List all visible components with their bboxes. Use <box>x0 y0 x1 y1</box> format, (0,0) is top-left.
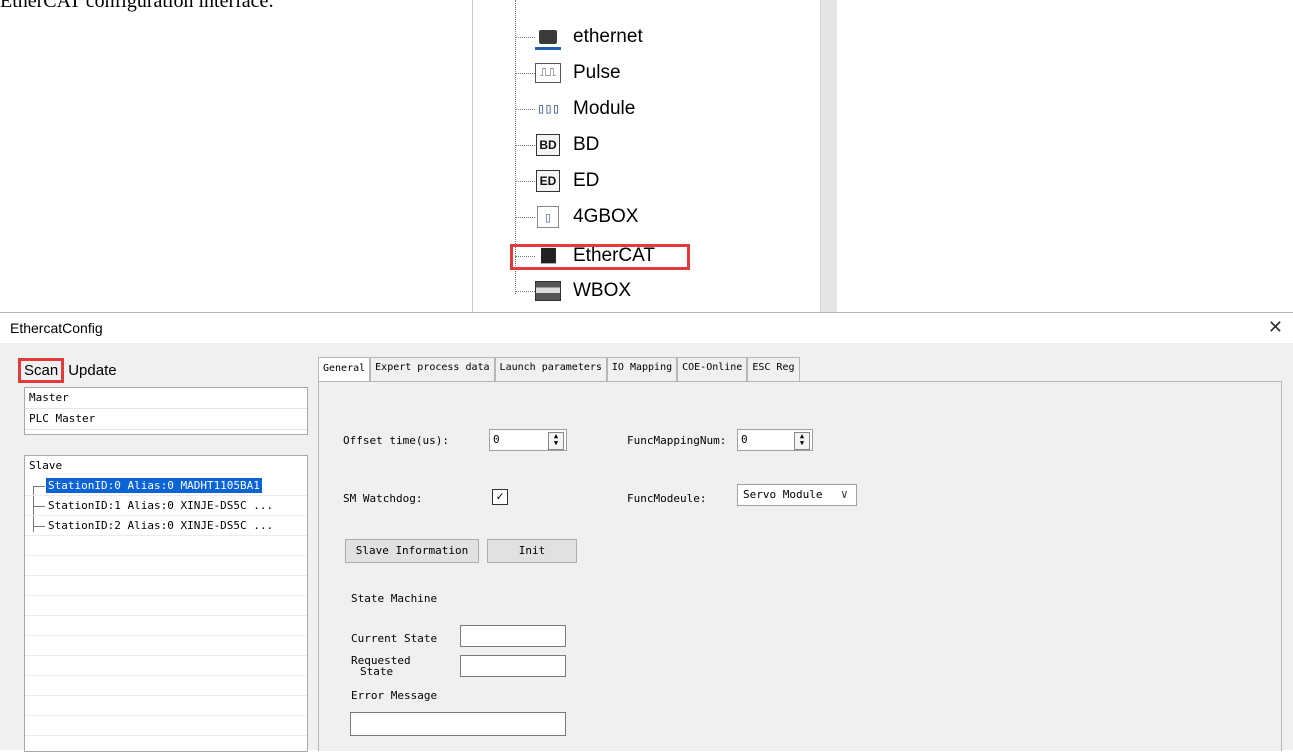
ethercat-highlight-box <box>510 244 690 270</box>
tab-coe-online[interactable]: COE-Online <box>677 357 748 381</box>
tab-io-mapping[interactable]: IO Mapping <box>606 357 678 381</box>
tree-item-label: ED <box>573 170 600 191</box>
funcmappingnum-value: 0 <box>741 433 748 446</box>
init-button[interactable]: Init <box>487 539 577 563</box>
scan-button[interactable]: Scan <box>18 357 65 383</box>
slave-information-button[interactable]: Slave Information <box>345 539 479 563</box>
slave-list: Slave StationID:0 Alias:0 MADHT1105BA1 S… <box>24 455 308 752</box>
tree-item-label: WBOX <box>573 280 632 301</box>
bd-icon: BD <box>535 134 561 156</box>
offset-time-label: Offset time(us): <box>343 434 449 447</box>
current-state-label: Current State <box>351 632 438 645</box>
error-message-field[interactable] <box>350 712 566 736</box>
tree-item-4gbox[interactable]: ▯ 4GBOX <box>515 202 638 232</box>
ethercat-config-window: EthercatConfig ✕ Scan Update Master PLC … <box>0 312 1293 752</box>
slave-row-0[interactable]: StationID:0 Alias:0 MADHT1105BA1 <box>25 476 307 496</box>
pulse-icon: ⎍⎍ <box>535 62 561 84</box>
tree-item-label: Pulse <box>573 62 621 83</box>
tree-item-ethernet[interactable]: ethernet <box>515 22 643 52</box>
error-message-label: Error Message <box>351 689 438 702</box>
tab-expert-process-data[interactable]: Expert process data <box>370 357 495 381</box>
general-panel: Offset time(us): 0 ▲ ▼ FuncMappingNum: 0 … <box>318 381 1282 751</box>
offset-time-spinbox[interactable]: 0 ▲ ▼ <box>489 429 567 451</box>
slave-header: Slave <box>29 459 63 472</box>
tab-general[interactable]: General <box>318 357 371 381</box>
slave-row-2[interactable]: StationID:2 Alias:0 XINJE-DS5C ... <box>25 516 307 536</box>
slave-row-label: StationID:1 Alias:0 XINJE-DS5C ... <box>48 499 274 512</box>
4gbox-icon: ▯ <box>535 206 561 228</box>
offset-time-value: 0 <box>493 433 500 446</box>
spin-arrows-icon[interactable]: ▲ ▼ <box>548 432 564 450</box>
slave-row-label: StationID:2 Alias:0 XINJE-DS5C ... <box>48 519 274 532</box>
tree-item-module[interactable]: ▯▯▯ Module <box>515 94 635 124</box>
wbox-icon <box>535 280 561 302</box>
master-list: Master PLC Master <box>24 387 308 435</box>
ed-icon: ED <box>535 170 561 192</box>
spin-arrows-icon[interactable]: ▲ ▼ <box>794 432 810 450</box>
requested-state-label-2: State <box>360 665 394 678</box>
tree-item-ed[interactable]: ED ED <box>515 166 599 196</box>
requested-state-field[interactable] <box>460 655 566 677</box>
funcmappingnum-spinbox[interactable]: 0 ▲ ▼ <box>737 429 813 451</box>
tab-launch-parameters[interactable]: Launch parameters <box>494 357 607 381</box>
window-title: EthercatConfig <box>10 320 103 336</box>
module-icon: ▯▯▯ <box>536 101 560 117</box>
tree-item-label: BD <box>573 134 600 155</box>
tree-item-wbox[interactable]: WBOX <box>515 276 631 306</box>
slave-row-label: StationID:0 Alias:0 MADHT1105BA1 <box>46 478 262 493</box>
chevron-down-icon: ∨ <box>840 487 848 501</box>
tree-item-label: ethernet <box>573 26 643 47</box>
tab-bar: General Expert process data Launch param… <box>318 357 800 381</box>
state-machine-label: State Machine <box>351 592 438 605</box>
ethernet-icon <box>535 26 561 50</box>
close-icon[interactable]: ✕ <box>1268 317 1283 338</box>
funcmodeule-value: Servo Module <box>743 488 823 501</box>
left-toolbar: Scan Update <box>18 356 121 384</box>
master-item-plc[interactable]: PLC Master <box>25 409 307 430</box>
sm-watchdog-label: SM Watchdog: <box>343 492 423 505</box>
sm-watchdog-checkbox[interactable]: ✓ <box>492 489 508 505</box>
tree-item-label: 4GBOX <box>573 206 639 227</box>
update-button[interactable]: Update <box>64 359 120 382</box>
current-state-field[interactable] <box>460 625 566 647</box>
tree-item-bd[interactable]: BD BD <box>515 130 599 160</box>
window-titlebar: EthercatConfig ✕ <box>0 313 1293 343</box>
tab-esc-reg[interactable]: ESC Reg <box>747 357 800 381</box>
intro-text: EtherCAT configuration interface: <box>0 0 274 12</box>
tree-item-pulse[interactable]: ⎍⎍ Pulse <box>515 58 621 88</box>
master-header: Master <box>25 388 307 409</box>
funcmodeule-label: FuncModeule: <box>627 492 707 505</box>
tree-scrollbar[interactable] <box>820 0 837 316</box>
funcmodeule-select[interactable]: Servo Module ∨ <box>737 484 857 506</box>
tree-item-label: Module <box>573 98 636 119</box>
funcmappingnum-label: FuncMappingNum: <box>627 434 727 447</box>
slave-row-1[interactable]: StationID:1 Alias:0 XINJE-DS5C ... <box>25 496 307 516</box>
